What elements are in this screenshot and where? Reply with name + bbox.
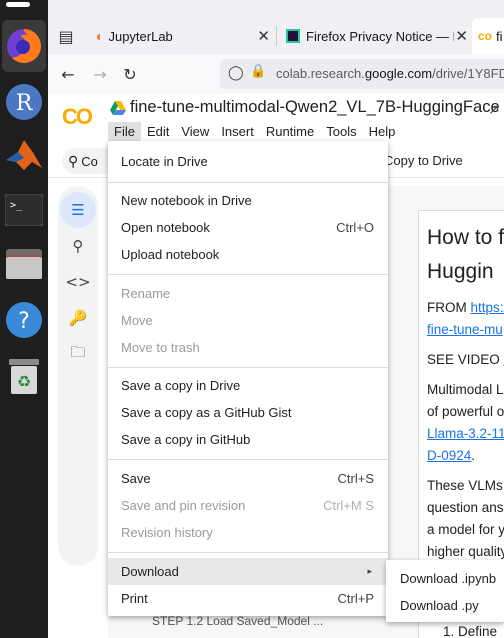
- notebook-title[interactable]: fine-tune-multimodal-Qwen2_VL_7B-Hugging…: [130, 98, 500, 117]
- firefox-icon: [7, 29, 41, 63]
- menu-item-save-copy-gist[interactable]: Save a copy as a GitHub Gist: [108, 399, 388, 426]
- ubuntu-dock: R >_ ? ♻: [0, 0, 48, 638]
- activities-indicator[interactable]: [6, 2, 30, 7]
- shortcut-text: Ctrl+M S: [323, 498, 374, 513]
- search-icon: ⚲: [68, 152, 79, 169]
- menu-item-save-copy-github[interactable]: Save a copy in GitHub: [108, 426, 388, 453]
- svg-text:>_: >_: [10, 200, 23, 211]
- see-video-paragraph: SEE VIDEO ht: [427, 349, 504, 371]
- submenu-arrow-icon: ▸: [367, 566, 372, 576]
- tab-title: JupyterLab: [108, 28, 173, 44]
- menu-item-open-notebook[interactable]: Open notebook Ctrl+O: [108, 214, 388, 241]
- tab-colab[interactable]: co fi: [472, 18, 504, 54]
- menu-item-move: Move: [121, 313, 153, 328]
- firefox-launcher[interactable]: [2, 20, 46, 72]
- menu-separator: [108, 182, 388, 183]
- tab-list-icon[interactable]: ▤: [54, 24, 78, 48]
- shield-icon[interactable]: ◯: [228, 65, 244, 81]
- jupyter-icon: ◖: [94, 28, 103, 44]
- menu-item-save[interactable]: Save Ctrl+S: [108, 465, 388, 492]
- colab-logo[interactable]: CO: [62, 104, 93, 130]
- shortcut-text: Ctrl+P: [337, 591, 374, 606]
- cell-heading-line1: How to f: [427, 226, 504, 249]
- copy-to-drive-button[interactable]: Copy to Drive: [384, 153, 463, 168]
- colab-header: CO fine-tune-multimodal-Qwen2_VL_7B-Hugg…: [48, 94, 504, 144]
- shortcut-text: Ctrl+S: [337, 471, 374, 486]
- search-button-label: Co: [81, 153, 98, 169]
- list-item-behind: 1. Define: [443, 624, 498, 638]
- matlab-launcher[interactable]: [0, 128, 48, 180]
- shortcut-text: Ctrl+O: [336, 220, 374, 235]
- svg-text:?: ?: [18, 309, 30, 334]
- share-icon[interactable]: ↗: [488, 102, 500, 118]
- code-snippets-icon[interactable]: <>: [60, 264, 96, 300]
- menu-item-move-to-trash: Move to trash: [121, 340, 200, 355]
- google-drive-icon: [110, 101, 126, 115]
- menu-item-save-and-pin: Save and pin revision Ctrl+M S: [121, 498, 374, 513]
- files-launcher[interactable]: [0, 238, 48, 290]
- terminal-launcher[interactable]: >_: [0, 184, 48, 236]
- back-arrow-icon[interactable]: ←: [56, 62, 80, 86]
- r-launcher[interactable]: R: [0, 76, 48, 128]
- menu-item-print[interactable]: Print Ctrl+P: [108, 585, 388, 612]
- r-icon: R: [6, 84, 42, 120]
- lock-icon[interactable]: 🔒: [250, 64, 266, 79]
- svg-text:R: R: [16, 91, 34, 116]
- download-submenu: Download .ipynb Download .py: [386, 560, 504, 622]
- files-folder-icon[interactable]: 🗀: [60, 336, 96, 372]
- firefox-page-icon: [286, 29, 300, 43]
- url-bar[interactable]: ◯ 🔒 colab.research.google.com/drive/1Y8F…: [220, 59, 504, 89]
- matlab-icon: [6, 140, 42, 170]
- menu-item-revision-history: Revision history: [121, 525, 213, 540]
- menu-item-upload-notebook[interactable]: Upload notebook: [108, 241, 388, 268]
- tab-bar: ▤ ◖ JupyterLab ✕ Firefox Privacy Notice …: [48, 0, 504, 54]
- file-menu-dropdown: Locate in Drive New notebook in Drive Op…: [108, 141, 388, 616]
- close-icon[interactable]: ✕: [455, 27, 468, 45]
- url-text[interactable]: colab.research.google.com/drive/1Y8FD: [276, 66, 504, 81]
- secrets-key-icon[interactable]: 🔑: [60, 300, 96, 336]
- colab-icon: co: [478, 29, 493, 43]
- multimodal-paragraph: Multimodal Lof powerful o Llama-3.2-11 D-0…: [427, 382, 504, 463]
- tab-title: fi: [496, 28, 503, 44]
- svg-text:♻: ♻: [17, 372, 31, 391]
- reload-icon[interactable]: ↻: [118, 62, 142, 86]
- from-link[interactable]: https:/: [471, 300, 504, 315]
- left-sidebar-rail: ☰ ⚲ <> 🔑 🗀: [58, 186, 98, 566]
- find-replace-icon[interactable]: ⚲: [60, 228, 96, 264]
- recycle-bin-icon: ♻: [9, 359, 39, 394]
- help-launcher[interactable]: ?: [0, 294, 48, 346]
- menu-separator: [108, 552, 388, 553]
- menu-item-locate-in-drive[interactable]: Locate in Drive: [108, 148, 388, 175]
- menu-item-new-notebook[interactable]: New notebook in Drive: [108, 187, 388, 214]
- help-icon: ?: [6, 302, 42, 338]
- terminal-icon: >_: [5, 194, 43, 226]
- menu-separator: [108, 459, 388, 460]
- close-icon[interactable]: ✕: [257, 27, 270, 45]
- from-paragraph: FROM https:/fine-tune-mu: [427, 297, 504, 341]
- navigation-bar: ← → ↻ ◯ 🔒 colab.research.google.com/driv…: [48, 54, 504, 94]
- submenu-item-download-py[interactable]: Download .py: [386, 592, 504, 619]
- menu-item-rename: Rename: [121, 286, 171, 301]
- menu-separator: [108, 367, 388, 368]
- menu-separator: [108, 274, 388, 275]
- llama-link[interactable]: Llama-3.2-11: [427, 426, 504, 441]
- tab-firefox-privacy[interactable]: Firefox Privacy Notice — F ✕: [280, 18, 470, 54]
- from-link-continued[interactable]: fine-tune-mu: [427, 322, 503, 337]
- llama-link-continued[interactable]: D-0924: [427, 448, 471, 463]
- tab-jupyterlab[interactable]: ◖ JupyterLab ✕: [88, 18, 276, 54]
- tab-title: Firefox Privacy Notice — F: [306, 28, 454, 44]
- folder-icon: [6, 249, 42, 279]
- toc-entry-behind-menu: STEP 1.2 Load Saved_Model ...: [152, 614, 324, 628]
- table-of-contents-icon[interactable]: ☰: [60, 192, 96, 228]
- trash-launcher[interactable]: ♻: [0, 350, 48, 402]
- cell-heading-line2: Huggin: [427, 260, 494, 283]
- submenu-item-download-ipynb[interactable]: Download .ipynb: [386, 565, 504, 592]
- tab-divider: [276, 26, 277, 46]
- menu-item-save-copy-drive[interactable]: Save a copy in Drive: [108, 372, 388, 399]
- vlms-paragraph: These VLMs cquestion ansa model for yhig…: [427, 478, 504, 559]
- menu-item-download[interactable]: Download ▸: [108, 558, 388, 585]
- forward-arrow-icon[interactable]: →: [88, 62, 112, 86]
